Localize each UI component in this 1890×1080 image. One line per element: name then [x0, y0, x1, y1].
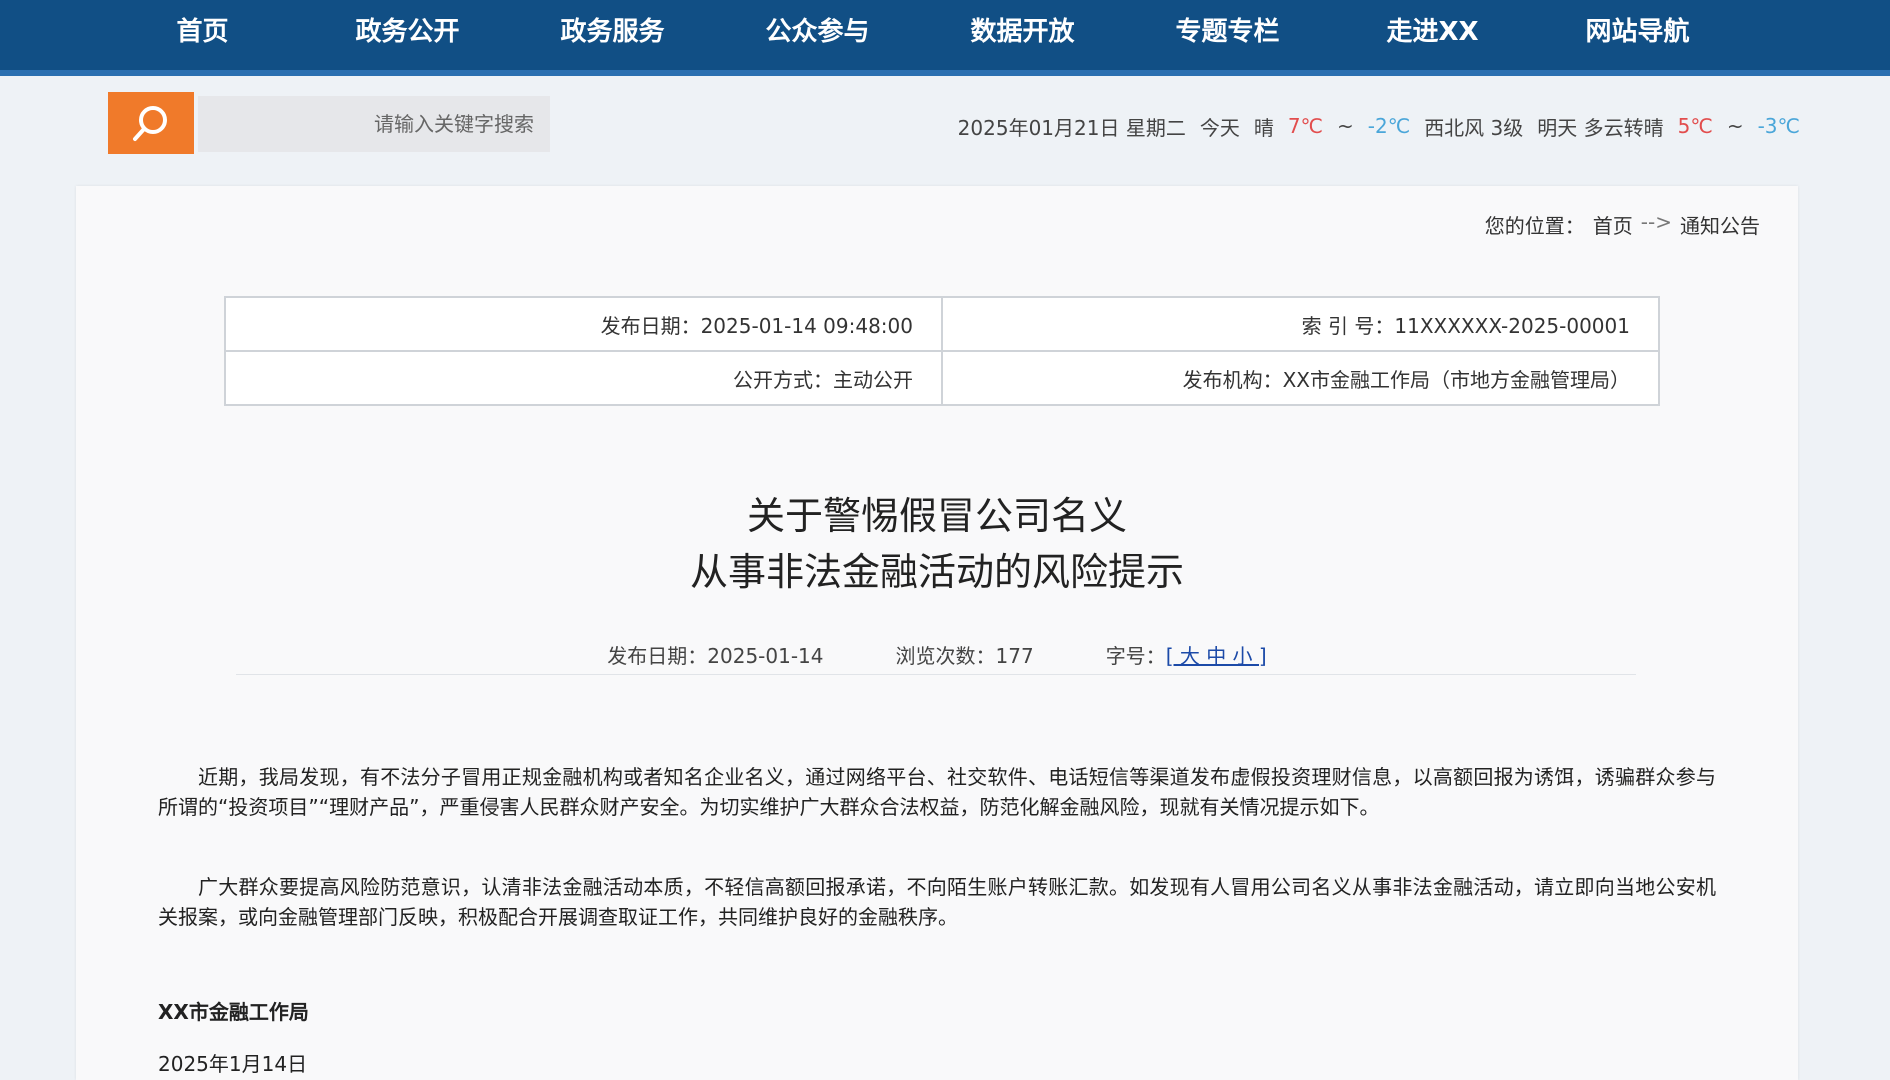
search-icon	[133, 106, 167, 141]
article-paragraph: 广大群众要提高风险防范意识，认清非法金融活动本质，不轻信高额回报承诺，不向陌生账…	[158, 875, 1716, 929]
nav-item[interactable]: 走进XX	[1330, 0, 1535, 64]
meta-cell: 索 引 号：11XXXXXX-2025-00001	[941, 296, 1660, 352]
title-line-1: 关于警惕假冒公司名义	[746, 494, 1127, 538]
nav-item[interactable]: 首页	[100, 0, 305, 64]
breadcrumb: 您的位置： 首页 --> 通知公告	[1485, 210, 1760, 239]
signature: XX市金融工作局	[158, 1000, 309, 1024]
nav-item[interactable]: 数据开放	[920, 0, 1125, 64]
weather-wind: 西北风 3级	[1424, 115, 1524, 140]
nav-item[interactable]: 政务公开	[305, 0, 510, 64]
font-size-control: 字号：[ 大 中 小 ]	[1106, 640, 1267, 669]
weather-tomorrow: 明天 多云转晴	[1537, 115, 1664, 140]
breadcrumb-prefix: 您的位置：	[1484, 214, 1585, 238]
nav-item[interactable]: 专题专栏	[1125, 0, 1330, 64]
weather-condition: 晴	[1253, 115, 1274, 140]
weather-tomorrow-temp-separator: ~	[1726, 114, 1744, 138]
weather-tomorrow-temp-high: 5℃	[1677, 114, 1713, 138]
weather-date: 2025年01月21日 星期二	[957, 115, 1186, 140]
nav-item[interactable]: 公众参与	[715, 0, 920, 64]
weather-bar: 2025年01月21日 星期二 今天 晴 7℃ ~ -2℃ 西北风 3级 明天 …	[870, 110, 1800, 142]
breadcrumb-home-link[interactable]: 首页	[1593, 210, 1633, 239]
weather-today-label: 今天	[1199, 115, 1240, 140]
article-meta: 发布日期：2025-01-14 浏览次数：177 字号：[ 大 中 小 ]	[76, 640, 1798, 669]
weather-temp-low: -2℃	[1367, 114, 1411, 138]
nav-item[interactable]: 政务服务	[510, 0, 715, 64]
signature-date: 2025年1月14日	[158, 1052, 308, 1076]
article-container: 您的位置： 首页 --> 通知公告 发布日期：2025-01-14 09:48:…	[76, 186, 1798, 1080]
view-count: 浏览次数：177	[895, 644, 1034, 668]
font-size-link[interactable]: [ 大 中 小 ]	[1166, 644, 1267, 668]
search-button[interactable]	[108, 92, 194, 154]
meta-cell: 发布日期：2025-01-14 09:48:00	[224, 296, 943, 352]
table-row: 发布日期：2025-01-14 09:48:00 索 引 号：11XXXXXX-…	[224, 296, 1660, 352]
weather-temp-high: 7℃	[1287, 114, 1324, 138]
document-meta-table: 发布日期：2025-01-14 09:48:00 索 引 号：11XXXXXX-…	[224, 296, 1660, 406]
meta-cell: 公开方式：主动公开	[224, 350, 943, 406]
breadcrumb-current[interactable]: 通知公告	[1680, 210, 1760, 239]
divider	[236, 674, 1636, 675]
search-input[interactable]	[198, 96, 550, 152]
nav-list: 首页 政务公开 政务服务 公众参与 数据开放 专题专栏 走进XX 网站导航	[100, 0, 1740, 64]
title-line-2: 从事非法金融活动的风险提示	[689, 550, 1184, 594]
top-navigation: 首页 政务公开 政务服务 公众参与 数据开放 专题专栏 走进XX 网站导航	[0, 0, 1890, 76]
nav-item[interactable]: 网站导航	[1535, 0, 1740, 64]
weather-temp-separator: ~	[1337, 114, 1354, 138]
meta-cell: 发布机构：XX市金融工作局（市地方金融管理局）	[941, 350, 1660, 406]
table-row: 公开方式：主动公开 发布机构：XX市金融工作局（市地方金融管理局）	[224, 350, 1660, 406]
page-title: 关于警惕假冒公司名义 从事非法金融活动的风险提示	[76, 488, 1798, 600]
article-paragraph: 近期，我局发现，有不法分子冒用正规金融机构或者知名企业名义，通过网络平台、社交软…	[158, 765, 1716, 819]
publish-date: 发布日期：2025-01-14	[607, 644, 824, 668]
font-size-label: 字号：	[1105, 644, 1166, 668]
weather-tomorrow-temp-low: -3℃	[1757, 114, 1800, 138]
breadcrumb-separator: -->	[1640, 210, 1672, 234]
